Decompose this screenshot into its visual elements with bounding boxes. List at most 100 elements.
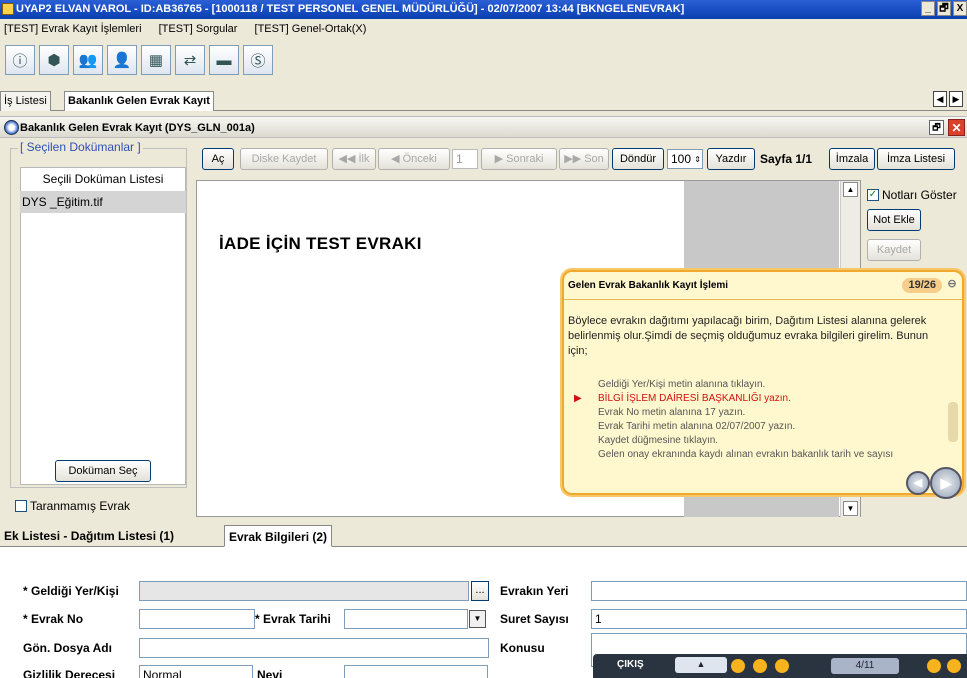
zoom-stepper[interactable]: 100 ⇕ <box>667 149 703 169</box>
restore-icon[interactable]: 🗗 <box>929 120 944 135</box>
bottom-tab-strip: Ek Listesi - Dağıtım Listesi (1) Evrak B… <box>0 525 967 547</box>
sign-button[interactable]: İmzala <box>829 148 875 170</box>
guide-step: Evrak Tarihi metin alanına 02/07/2007 ya… <box>598 421 796 432</box>
show-notes-checkbox[interactable]: ✓ <box>867 189 879 201</box>
settings-icon[interactable] <box>775 659 789 673</box>
page-number-input[interactable]: 1 <box>452 149 478 169</box>
suret-label: Suret Sayısı <box>500 612 569 626</box>
print-button[interactable]: Yazdır <box>707 148 755 170</box>
previous-icon[interactable]: ◀ <box>906 471 930 495</box>
gon-dosya-input[interactable] <box>139 638 489 658</box>
top-tab-strip: İş Listesi Bakanlık Gelen Evrak Kayıt <box>0 89 967 111</box>
help-icon[interactable] <box>753 659 767 673</box>
first-page-button[interactable]: ◀◀ İlk <box>332 148 376 170</box>
calculator-icon[interactable]: ▦ <box>141 45 171 75</box>
tab-ek-listesi[interactable]: Ek Listesi - Dağıtım Listesi (1) <box>0 525 178 547</box>
tab-evrak-bilgileri[interactable]: Evrak Bilgileri (2) <box>224 525 333 547</box>
open-button[interactable]: Aç <box>202 148 234 170</box>
play-icon[interactable] <box>731 659 745 673</box>
tab-bakanlik-gelen-evrak[interactable]: Bakanlık Gelen Evrak Kayıt <box>64 91 214 111</box>
next-page-button[interactable]: ▶ Sonraki <box>481 148 557 170</box>
document-list <box>20 167 186 485</box>
evrak-no-label: * Evrak No <box>23 612 84 626</box>
menu-evrak-kayit[interactable]: [TEST] Evrak Kayıt İşlemleri <box>4 23 142 35</box>
selected-docs-title: [ Seçilen Dokümanlar ] <box>18 140 143 154</box>
chevron-down-icon[interactable]: ▼ <box>469 610 486 628</box>
guide-scrollbar[interactable] <box>948 402 958 442</box>
guide-bottom-bar: ÇIKIŞ ▲ 4/11 <box>593 654 967 678</box>
next-icon[interactable]: ▶ <box>930 467 962 499</box>
previous-page-button[interactable]: ◀ Önceki <box>378 148 450 170</box>
menu-sorgular[interactable]: [TEST] Sorgular <box>159 23 238 35</box>
last-page-button[interactable]: ▶▶ Son <box>559 148 609 170</box>
evrak-yeri-input[interactable] <box>591 581 967 601</box>
close-icon[interactable]: ✕ <box>948 119 965 136</box>
play-arrow-icon: ▶ <box>574 393 582 404</box>
exit-button[interactable]: ÇIKIŞ <box>617 659 644 670</box>
app-icon <box>2 3 14 15</box>
save-note-button[interactable]: Kaydet <box>867 239 921 261</box>
unscanned-checkbox-row[interactable]: Taranmamış Evrak <box>15 499 130 513</box>
users-icon[interactable]: 👥 <box>73 45 103 75</box>
guide-steps: Geldiği Yer/Kişi metin alanına tıklayın.… <box>574 378 894 462</box>
geldigi-label: * Geldiği Yer/Kişi <box>23 584 119 598</box>
form-icon <box>4 120 19 135</box>
guide-popup-header: Gelen Evrak Bakanlık Kayıt İşlemi 19/26 … <box>564 272 962 300</box>
info-icon[interactable]: ⓘ <box>5 45 35 75</box>
prev-icon: ◀ <box>391 153 403 165</box>
signature-list-button[interactable]: İmza Listesi <box>877 148 955 170</box>
progress-indicator: 4/11 <box>831 658 899 674</box>
window-title: UYAP2 ELVAN VAROL - ID:AB36765 - [100011… <box>16 3 685 15</box>
scroll-down-icon[interactable]: ▼ <box>843 501 858 516</box>
gizlilik-select[interactable]: Normal <box>139 665 253 678</box>
suret-sayisi-input[interactable]: 1 <box>591 609 967 629</box>
close-button[interactable]: X <box>953 1 967 16</box>
stop-icon[interactable]: ⬢ <box>39 45 69 75</box>
message-icon[interactable]: ▬ <box>209 45 239 75</box>
scroll-up-icon[interactable]: ▲ <box>843 182 858 197</box>
last-icon: ▶▶ <box>564 153 585 165</box>
add-note-button[interactable]: Not Ekle <box>867 209 921 231</box>
guide-counter: 19/26 <box>902 278 942 293</box>
guide-popup-title: Gelen Evrak Bakanlık Kayıt İşlemi <box>568 280 729 291</box>
gon-dosya-label: Gön. Dosya Adı <box>23 641 112 655</box>
next-icon: ▶ <box>494 153 507 165</box>
list-item[interactable]: DYS _Eğitim.tif <box>20 191 186 213</box>
evrak-tarihi-input[interactable] <box>344 609 468 629</box>
nevi-select[interactable] <box>344 665 488 678</box>
unscanned-label: Taranmamış Evrak <box>30 499 131 513</box>
minimize-button[interactable]: _ <box>921 1 935 16</box>
form-title: Bakanlık Gelen Evrak Kayıt (DYS_GLN_001a… <box>20 122 255 134</box>
geldigi-yer-input[interactable] <box>139 581 469 601</box>
minimize-icon[interactable]: ⊖ <box>945 278 959 292</box>
guide-popup: Gelen Evrak Bakanlık Kayıt İşlemi 19/26 … <box>562 270 964 499</box>
menu-bar: [TEST] Evrak Kayıt İşlemleri [TEST] Sorg… <box>0 19 967 39</box>
gizlilik-label: Gizlilik Derecesi <box>23 668 116 678</box>
konusu-label: Konusu <box>500 641 545 655</box>
chevron-left-icon[interactable]: ◀ <box>933 91 947 107</box>
unscanned-checkbox[interactable] <box>15 500 27 512</box>
transfer-icon[interactable]: ⇄ <box>175 45 205 75</box>
menu-genel-ortak[interactable]: [TEST] Genel-Ortak(X) <box>255 23 367 35</box>
fast-forward-icon[interactable] <box>947 659 961 673</box>
rewind-icon[interactable] <box>927 659 941 673</box>
evrak-no-input[interactable] <box>139 609 255 629</box>
spinner-icon[interactable]: ⇕ <box>694 151 701 169</box>
tab-nav: ◀ ▶ <box>933 91 963 107</box>
guide-step: Gelen onay ekranında kaydı alınan evrakı… <box>598 449 894 460</box>
document-s-icon[interactable]: Ⓢ <box>243 45 273 75</box>
chevron-right-icon[interactable]: ▶ <box>949 91 963 107</box>
save-to-disk-button[interactable]: Diske Kaydet <box>240 148 328 170</box>
eject-icon[interactable]: ▲ <box>675 657 727 673</box>
tab-is-listesi[interactable]: İş Listesi <box>0 91 51 111</box>
select-document-button[interactable]: Doküman Seç <box>55 460 151 482</box>
restore-button[interactable]: 🗗 <box>937 1 951 16</box>
browse-button[interactable]: ... <box>471 581 489 601</box>
user-group-icon[interactable]: 👤 <box>107 45 137 75</box>
evrak-yeri-label: Evrakın Yeri <box>500 584 569 598</box>
rotate-button[interactable]: Döndür <box>612 148 664 170</box>
show-notes-row[interactable]: ✓ Notları Göster <box>867 188 957 202</box>
main-toolbar: ⓘ ⬢ 👥 👤 ▦ ⇄ ▬ Ⓢ <box>0 45 273 79</box>
nevi-label: Nevi <box>257 668 283 678</box>
first-icon: ◀◀ <box>338 153 359 165</box>
